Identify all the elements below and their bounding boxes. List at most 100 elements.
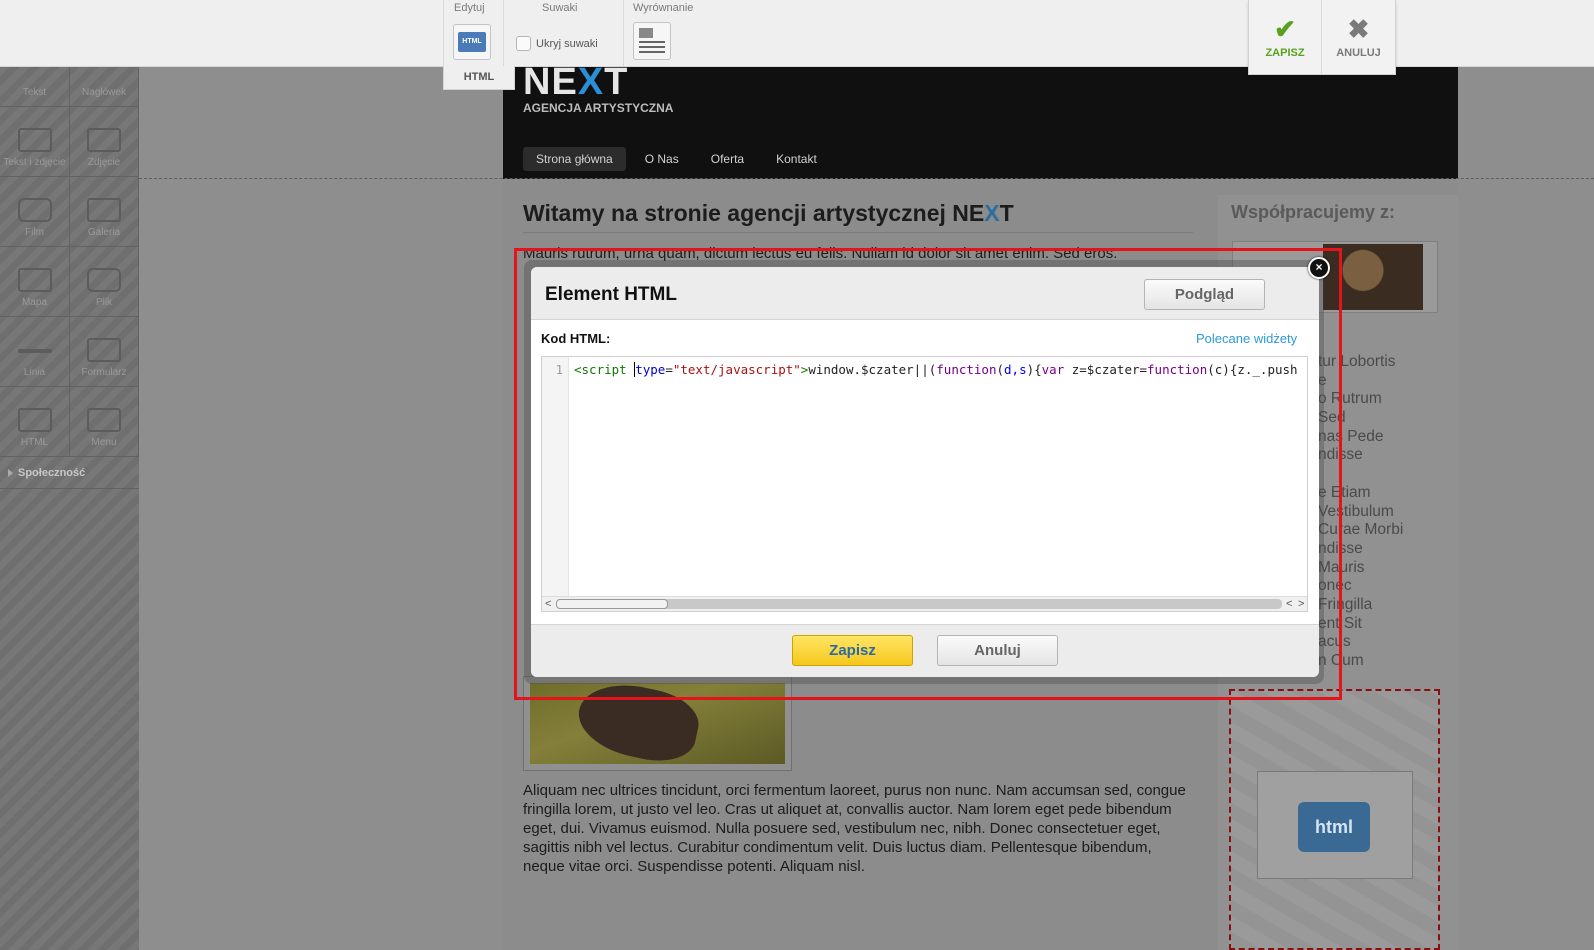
toolbar-save-button[interactable]: ✔ ZAPISZ [1249,0,1322,74]
scroll-track[interactable] [556,599,1282,609]
tool-file-label: Plik [95,297,113,308]
tool-file[interactable]: Plik [70,247,139,317]
align-button[interactable] [633,22,671,60]
code-plain-2: z=$czater= [1064,362,1148,377]
scroll-right-arrow-icon[interactable]: > [1298,598,1304,610]
horizontal-scrollbar[interactable]: < < > [542,596,1307,611]
site-tagline: AGENCJA ARTYSTYCZNA [523,101,674,115]
tool-text-image[interactable]: Tekst i zdjęcie [0,107,70,177]
tool-gallery-label: Galeria [87,227,121,238]
page-title: Witamy na stronie agencji artystycznej N… [523,200,1014,227]
dialog-save-button[interactable]: Zapisz [792,635,913,666]
code-keyword-function: function [936,362,997,377]
tool-heading-label: Nagłówek [82,87,126,98]
html-icon: HTML [458,32,486,52]
map-icon [17,268,52,292]
tool-image[interactable]: Zdjęcie [70,107,139,177]
partners-heading: Współpracujemy z: [1231,202,1396,222]
file-icon [87,268,121,292]
logo-ne: NE [523,61,578,103]
code-attr: type [635,362,666,377]
site-header: NEXT AGENCJA ARTYSTYCZNA Strona główna O… [503,61,1458,179]
tool-map-label: Mapa [21,297,47,308]
tool-menu[interactable]: Menu [70,387,139,457]
code-editor[interactable]: 1 <script type="text/javascript">window.… [541,356,1308,612]
text-image-icon [17,128,52,152]
code-line[interactable]: <script type="text/javascript">window.$c… [574,362,1307,378]
html-tab[interactable]: HTML [443,66,515,90]
tool-heading[interactable]: Nagłówek [70,67,139,107]
tool-text-image-label: Tekst i zdjęcie [3,157,66,168]
logo-x: X [577,61,605,103]
code-label: Kod HTML: [541,331,611,346]
html-widget-placeholder[interactable]: html [1229,689,1440,950]
dialog-footer: Zapisz Anuluj [531,624,1319,677]
tool-form-label: Formularz [81,367,127,378]
nav-home[interactable]: Strona główna [523,147,626,171]
scroll-left-arrow-icon-2[interactable]: < [1286,598,1292,610]
tool-line-label: Linia [23,367,46,378]
tool-film[interactable]: Film [0,177,70,247]
toolbar-align-label: Wyrównanie [633,2,694,14]
tool-form[interactable]: Formularz [70,317,139,387]
nav-about[interactable]: O Nas [632,147,692,171]
html-folder-icon: html [1298,802,1370,852]
close-icon: ✖ [1347,14,1370,44]
code-paren-3: (c){ [1207,362,1238,377]
tool-film-label: Film [25,227,44,238]
nav-offer[interactable]: Oferta [698,147,757,171]
code-paren-1: ( [996,362,1005,377]
code-keyword-var: var [1041,362,1065,377]
dialog-cancel-button[interactable]: Anuluj [937,635,1058,666]
code-plain-3: z._.push [1237,362,1298,377]
code-string: "text/javascript" [672,362,801,377]
text-lines-icon [639,51,665,53]
checkmark-icon: ✔ [1274,14,1296,44]
tool-map[interactable]: Mapa [0,247,70,317]
heading-divider [523,232,1193,233]
dialog-title: Element HTML [545,284,677,305]
page-title-text: Witamy na stronie agencji artystycznej N… [523,200,985,226]
editor-toolbar: Edytuj HTML Suwaki Ukryj suwaki Wyrównan… [0,0,1594,75]
html-code-icon [17,408,52,432]
menu-icon [87,408,121,432]
tool-text[interactable]: Tekst [0,67,70,107]
tool-grid: Tekst Nagłówek Tekst i zdjęcie Zdjęcie F… [0,67,139,457]
hide-sliders-checkbox[interactable]: Ukryj suwaki [516,36,598,51]
image-icon [639,28,653,38]
edit-html-button[interactable]: HTML [453,24,491,60]
text-lines-icon [639,41,665,43]
tool-line[interactable]: Linia [0,317,70,387]
dialog-close-icon[interactable]: × [1308,257,1330,279]
scroll-thumb[interactable] [556,599,668,609]
tool-html[interactable]: HTML [0,387,70,457]
line-gutter: 1 [542,357,569,611]
code-tag-open: <script [574,362,635,377]
tool-html-label: HTML [20,437,49,448]
toolbar-cancel-button[interactable]: ✖ ANULUJ [1322,0,1395,74]
article-paragraph: Aliquam nec ultrices tincidunt, orci fer… [523,782,1186,875]
line-icon [17,349,52,353]
social-section-toggle[interactable]: Społeczność [0,457,139,489]
nav-contact[interactable]: Kontakt [763,147,830,171]
toolbar-sliders-label: Suwaki [542,2,578,14]
tool-sidebar: Tekst Nagłówek Tekst i zdjęcie Zdjęcie F… [0,67,139,950]
html-widget-box: html [1257,771,1413,879]
toolbar-edit-group: Edytuj HTML [443,0,503,67]
tool-text-label: Tekst [22,87,47,98]
tool-gallery[interactable]: Galeria [70,177,139,247]
html-element-dialog: Element HTML Podgląd Kod HTML: Polecane … [531,267,1319,677]
recommended-widgets-link[interactable]: Polecane widżety [1196,331,1297,346]
line-number: 1 [555,363,563,377]
scroll-left-arrow-icon[interactable]: < [545,598,551,610]
preview-button[interactable]: Podgląd [1144,279,1265,310]
social-section-label: Społeczność [18,466,86,479]
code-params: d,s [1004,362,1027,377]
toolbar-sliders-group: Suwaki Ukryj suwaki [503,0,623,67]
section-divider [139,178,1594,179]
code-plain-1: window.$czater||( [808,362,937,377]
dialog-header: Element HTML Podgląd [531,267,1319,320]
toolbar-save-label: ZAPISZ [1265,47,1305,59]
site-logo: NEXT [523,61,628,104]
code-paren-2: ){ [1026,362,1042,377]
